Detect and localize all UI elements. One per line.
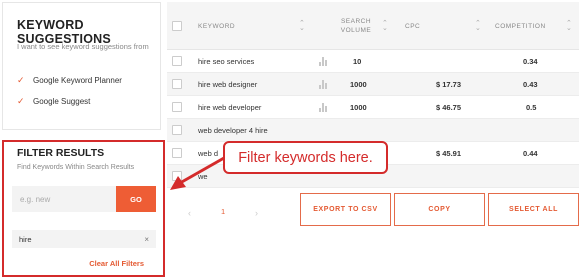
annotation-arrow	[170, 156, 225, 190]
annotation-callout: Filter keywords here.	[223, 141, 388, 174]
